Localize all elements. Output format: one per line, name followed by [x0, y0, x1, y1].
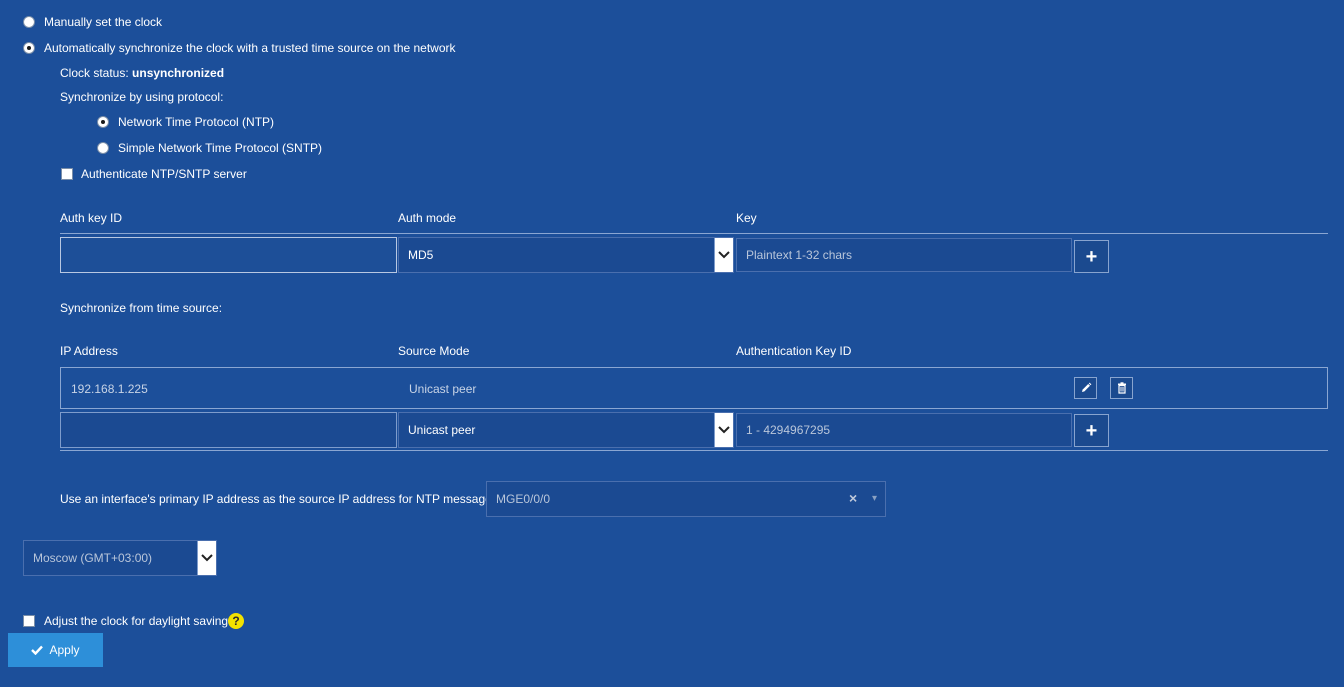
trash-icon: [1117, 382, 1126, 394]
clock-status-prefix: Clock status:: [60, 66, 133, 80]
apply-button[interactable]: Apply: [8, 633, 103, 667]
authenticate-checkbox[interactable]: [61, 168, 73, 180]
add-auth-key-button[interactable]: +: [1074, 240, 1109, 273]
sntp-radio[interactable]: [97, 142, 109, 154]
pencil-icon: [1081, 382, 1091, 392]
daylight-saving-label: Adjust the clock for daylight saving: [44, 614, 229, 628]
timezone-value: Moscow (GMT+03:00): [33, 551, 153, 565]
ip-address-header: IP Address: [60, 344, 118, 358]
key-header: Key: [736, 211, 757, 225]
ntp-label: Network Time Protocol (NTP): [118, 115, 275, 129]
source-table-bottom-divider: [60, 450, 1328, 451]
source-mode-value: Unicast peer: [408, 423, 476, 437]
daylight-saving-checkbox[interactable]: [23, 615, 35, 627]
auto-sync-radio[interactable]: [23, 42, 35, 54]
new-ip-input[interactable]: [60, 412, 397, 448]
dropdown-arrow-icon: ▾: [872, 493, 878, 504]
table-row: 192.168.1.225 Unicast peer: [60, 367, 1328, 409]
source-interface-select[interactable]: MGE0/0/0 × ▾: [486, 481, 886, 517]
help-glyph: ?: [232, 614, 240, 628]
clear-icon[interactable]: ×: [849, 491, 857, 505]
plus-icon: +: [1085, 419, 1098, 442]
auth-mode-select[interactable]: MD5: [398, 237, 734, 273]
chevron-down-icon: [714, 238, 733, 272]
chevron-down-icon: [714, 413, 733, 447]
clock-status-value: unsynchronized: [132, 66, 225, 80]
source-ip-cell: 192.168.1.225: [71, 382, 148, 396]
source-mode-cell: Unicast peer: [409, 382, 477, 396]
new-auth-key-input[interactable]: 1 - 4294967295: [736, 413, 1072, 447]
auth-header-divider: [60, 233, 1328, 234]
apply-label: Apply: [49, 643, 80, 657]
auth-mode-value: MD5: [408, 248, 434, 262]
auto-sync-label: Automatically synchronize the clock with…: [44, 41, 456, 55]
plus-icon: +: [1085, 245, 1098, 268]
timezone-select[interactable]: Moscow (GMT+03:00): [23, 540, 217, 576]
new-auth-key-placeholder: 1 - 4294967295: [746, 423, 831, 437]
protocol-heading: Synchronize by using protocol:: [60, 90, 224, 104]
key-placeholder: Plaintext 1-32 chars: [746, 248, 853, 262]
manual-clock-radio[interactable]: [23, 16, 35, 28]
auth-key-id-col-header: Authentication Key ID: [736, 344, 852, 358]
clock-status: Clock status: unsynchronized: [60, 66, 224, 80]
auth-key-id-header: Auth key ID: [60, 211, 123, 225]
edit-source-button[interactable]: [1074, 377, 1097, 399]
chevron-down-icon: [197, 541, 216, 575]
ntp-radio[interactable]: [97, 116, 109, 128]
source-mode-header: Source Mode: [398, 344, 470, 358]
source-interface-value: MGE0/0/0: [496, 492, 551, 506]
authenticate-label: Authenticate NTP/SNTP server: [81, 167, 247, 181]
sntp-label: Simple Network Time Protocol (SNTP): [118, 141, 323, 155]
manual-clock-label: Manually set the clock: [44, 15, 163, 29]
auth-mode-header: Auth mode: [398, 211, 457, 225]
auth-key-id-input[interactable]: [60, 237, 397, 273]
key-input[interactable]: Plaintext 1-32 chars: [736, 238, 1072, 272]
source-interface-label: Use an interface's primary IP address as…: [60, 492, 502, 506]
add-source-button[interactable]: +: [1074, 414, 1109, 447]
help-icon[interactable]: ?: [228, 613, 244, 629]
delete-source-button[interactable]: [1110, 377, 1133, 399]
check-icon: [31, 645, 44, 655]
source-mode-select[interactable]: Unicast peer: [398, 412, 734, 448]
time-source-heading: Synchronize from time source:: [60, 301, 223, 315]
